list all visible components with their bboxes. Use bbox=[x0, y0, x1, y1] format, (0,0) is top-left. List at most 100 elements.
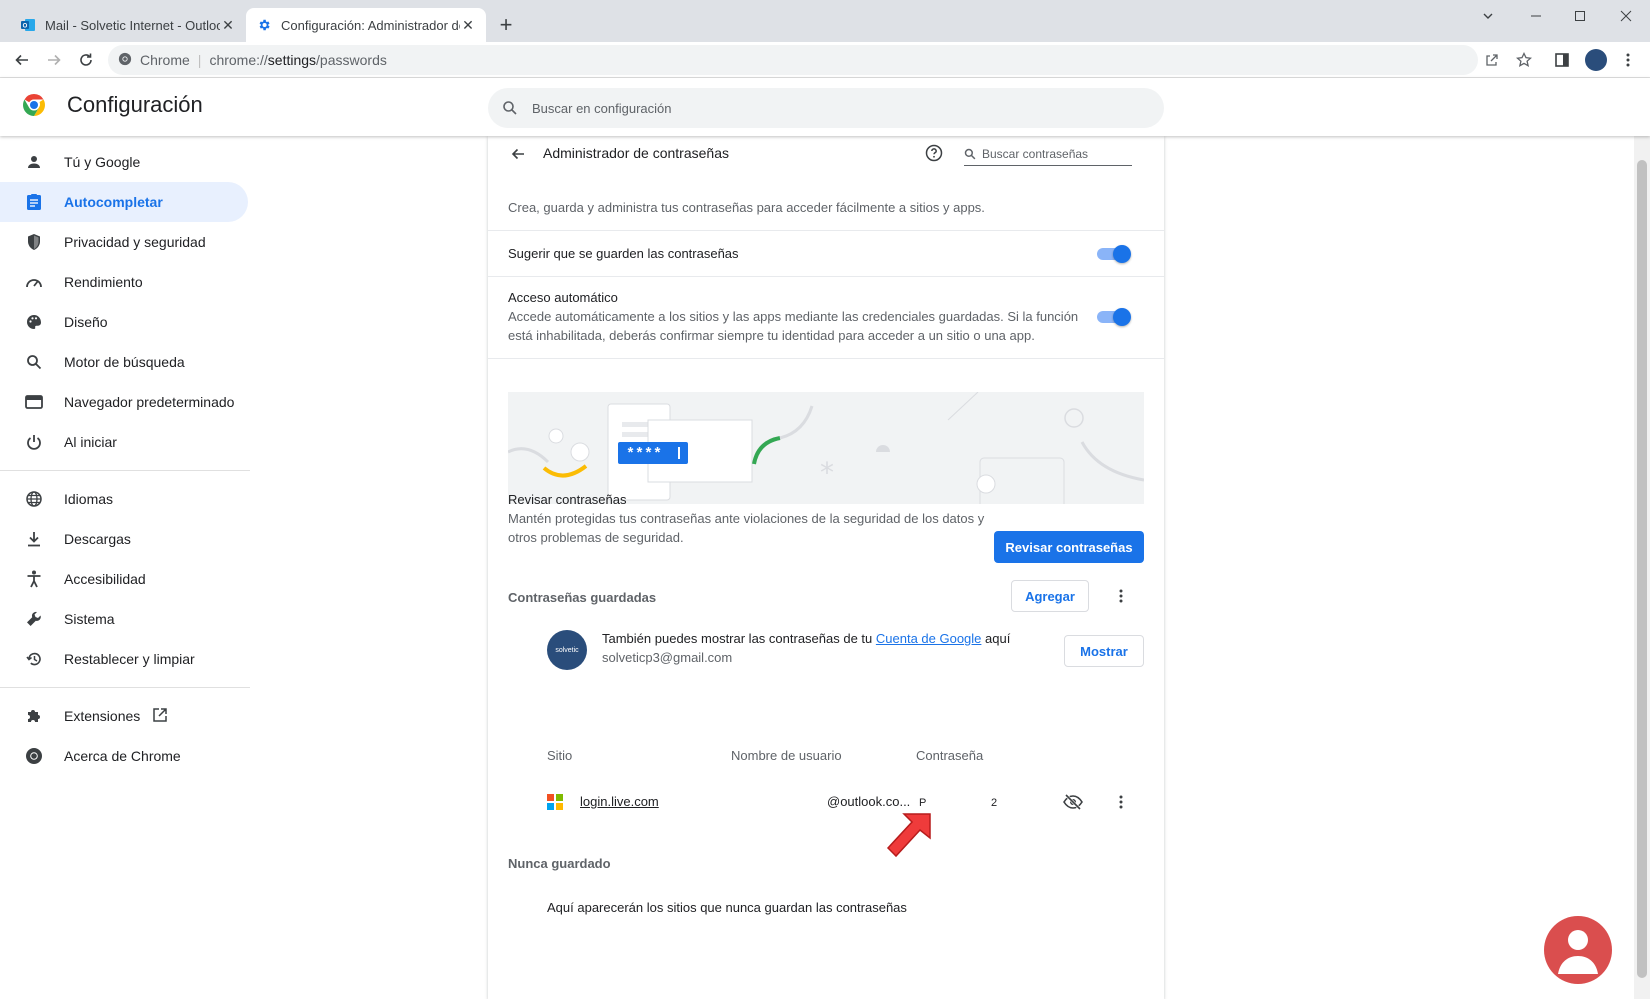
tab-outlook-mail[interactable]: O Mail - Solvetic Internet - Outlook ✕ bbox=[10, 8, 246, 42]
globe-icon bbox=[24, 489, 44, 509]
reset-icon bbox=[24, 649, 44, 669]
microsoft-logo-icon bbox=[547, 794, 563, 810]
chrome-logo-icon bbox=[22, 93, 46, 117]
add-password-button[interactable]: Agregar bbox=[1011, 580, 1089, 612]
search-icon bbox=[964, 148, 976, 159]
shield-icon bbox=[24, 232, 44, 252]
google-account-link[interactable]: Cuenta de Google bbox=[876, 631, 982, 646]
password-row-more-icon[interactable] bbox=[1109, 790, 1133, 814]
hide-password-eye-icon[interactable] bbox=[1061, 790, 1085, 814]
forward-arrow-icon[interactable] bbox=[42, 48, 66, 72]
tab-search-chevron-icon[interactable] bbox=[1468, 4, 1508, 28]
download-icon bbox=[24, 529, 44, 549]
more-options-icon[interactable] bbox=[1109, 584, 1133, 608]
sidebar-item-label: Motor de búsqueda bbox=[64, 354, 185, 370]
outlook-icon: O bbox=[20, 17, 36, 33]
sidebar-item-label: Al iniciar bbox=[64, 434, 117, 450]
external-link-icon bbox=[152, 707, 168, 726]
password-row-password: P bbox=[919, 797, 927, 809]
sidebar-item-label: Restablecer y limpiar bbox=[64, 651, 195, 667]
account-avatar: solvetic bbox=[547, 630, 587, 670]
auto-signin-toggle[interactable] bbox=[1097, 308, 1131, 326]
settings-sidebar: Tú y Google Autocompletar Privacidad y s… bbox=[0, 136, 250, 999]
auto-signin-desc-line1: Accede automáticamente a los sitios y la… bbox=[508, 309, 1079, 324]
settings-header: Configuración Buscar en configuración bbox=[0, 78, 1650, 136]
offer-save-toggle[interactable] bbox=[1097, 245, 1131, 263]
power-icon bbox=[24, 432, 44, 452]
check-passwords-button[interactable]: Revisar contraseñas bbox=[994, 531, 1144, 563]
close-tab-icon[interactable]: ✕ bbox=[460, 17, 476, 33]
sidebar-item-performance[interactable]: Rendimiento bbox=[0, 262, 248, 302]
settings-search-input[interactable]: Buscar en configuración bbox=[488, 88, 1164, 128]
sidebar-item-label: Acerca de Chrome bbox=[64, 748, 181, 764]
settings-gear-icon bbox=[256, 17, 272, 33]
close-tab-icon[interactable]: ✕ bbox=[220, 17, 236, 33]
sidebar-item-label: Navegador predeterminado bbox=[64, 394, 235, 410]
bookmark-star-icon[interactable] bbox=[1512, 48, 1536, 72]
sidebar-item-appearance[interactable]: Diseño bbox=[0, 302, 248, 342]
sidebar-item-autofill[interactable]: Autocompletar bbox=[0, 182, 248, 222]
side-panel-icon[interactable] bbox=[1550, 48, 1574, 72]
reload-icon[interactable] bbox=[74, 48, 98, 72]
account-email: solveticp3@gmail.com bbox=[602, 650, 733, 665]
banner-masked-text: **** bbox=[626, 446, 662, 463]
password-manager-card: Administrador de contraseñas Buscar cont… bbox=[488, 136, 1164, 999]
show-passwords-button[interactable]: Mostrar bbox=[1064, 635, 1144, 667]
sidebar-item-label: Tú y Google bbox=[64, 154, 141, 170]
clipboard-icon bbox=[24, 192, 44, 212]
svg-text:*: * bbox=[820, 456, 834, 489]
minimize-button[interactable] bbox=[1516, 4, 1556, 28]
sidebar-item-system[interactable]: Sistema bbox=[0, 599, 248, 639]
tab-settings-passwords[interactable]: Configuración: Administrador de ✕ bbox=[246, 8, 486, 42]
check-passwords-desc-line2: otros problemas de seguridad. bbox=[508, 530, 684, 545]
puzzle-icon bbox=[24, 706, 44, 726]
sidebar-item-label: Idiomas bbox=[64, 491, 114, 507]
sidebar-item-reset[interactable]: Restablecer y limpiar bbox=[0, 639, 248, 679]
sidebar-item-search-engine[interactable]: Motor de búsqueda bbox=[0, 342, 248, 382]
sidebar-item-about-chrome[interactable]: Acerca de Chrome bbox=[0, 736, 248, 776]
sidebar-item-label: Privacidad y seguridad bbox=[64, 234, 206, 250]
sidebar-item-accessibility[interactable]: Accesibilidad bbox=[0, 559, 248, 599]
svg-text:O: O bbox=[23, 24, 28, 30]
maximize-button[interactable] bbox=[1560, 4, 1600, 28]
sidebar-item-downloads[interactable]: Descargas bbox=[0, 519, 248, 559]
profile-avatar[interactable] bbox=[1584, 48, 1608, 72]
password-search-input[interactable]: Buscar contraseñas bbox=[964, 142, 1132, 166]
address-bar[interactable]: Chrome | chrome://settings/passwords bbox=[108, 45, 1478, 75]
chrome-icon bbox=[24, 746, 44, 766]
sidebar-item-you-and-google[interactable]: Tú y Google bbox=[0, 142, 248, 182]
palette-icon bbox=[24, 312, 44, 332]
sidebar-item-on-startup[interactable]: Al iniciar bbox=[0, 422, 248, 462]
vertical-scrollbar[interactable] bbox=[1634, 136, 1650, 999]
password-row-site[interactable]: login.live.com bbox=[580, 792, 659, 812]
sidebar-divider bbox=[0, 687, 250, 688]
window-close-button[interactable] bbox=[1606, 4, 1646, 28]
red-annotation-arrow bbox=[886, 813, 931, 858]
back-arrow-icon[interactable] bbox=[10, 48, 34, 72]
solvetic-watermark-logo bbox=[1544, 916, 1612, 984]
password-row-username: @outlook.co... bbox=[827, 794, 911, 809]
intro-text: Crea, guarda y administra tus contraseña… bbox=[508, 200, 985, 215]
sidebar-item-languages[interactable]: Idiomas bbox=[0, 479, 248, 519]
url-text: chrome://settings/passwords bbox=[209, 52, 387, 68]
sidebar-item-label: Rendimiento bbox=[64, 274, 143, 290]
chrome-site-icon bbox=[118, 52, 132, 69]
sidebar-item-label: Autocompletar bbox=[64, 194, 163, 210]
chrome-menu-icon[interactable] bbox=[1616, 48, 1640, 72]
password-row-password-tail: 2 bbox=[991, 797, 998, 809]
scrollbar-thumb[interactable] bbox=[1637, 160, 1647, 978]
browser-toolbar: Chrome | chrome://settings/passwords bbox=[0, 42, 1650, 78]
help-icon[interactable] bbox=[922, 141, 946, 165]
tab-strip: O Mail - Solvetic Internet - Outlook ✕ C… bbox=[0, 0, 1650, 42]
offer-save-label: Sugerir que se guarden las contraseñas bbox=[508, 246, 739, 261]
sidebar-item-privacy[interactable]: Privacidad y seguridad bbox=[0, 222, 248, 262]
back-arrow-icon[interactable] bbox=[506, 142, 530, 166]
sidebar-item-default-browser[interactable]: Navegador predeterminado bbox=[0, 382, 248, 422]
sidebar-item-extensions[interactable]: Extensiones bbox=[0, 696, 248, 736]
check-passwords-label: Revisar contraseñas bbox=[508, 492, 627, 507]
account-passwords-text: También puedes mostrar las contraseñas d… bbox=[602, 631, 1011, 646]
share-icon[interactable] bbox=[1480, 48, 1504, 72]
new-tab-button[interactable]: + bbox=[494, 14, 518, 38]
tab-title: Configuración: Administrador de bbox=[281, 17, 460, 33]
auto-signin-desc-line2: está inhabilitada, deberás confirmar sie… bbox=[508, 328, 1035, 343]
